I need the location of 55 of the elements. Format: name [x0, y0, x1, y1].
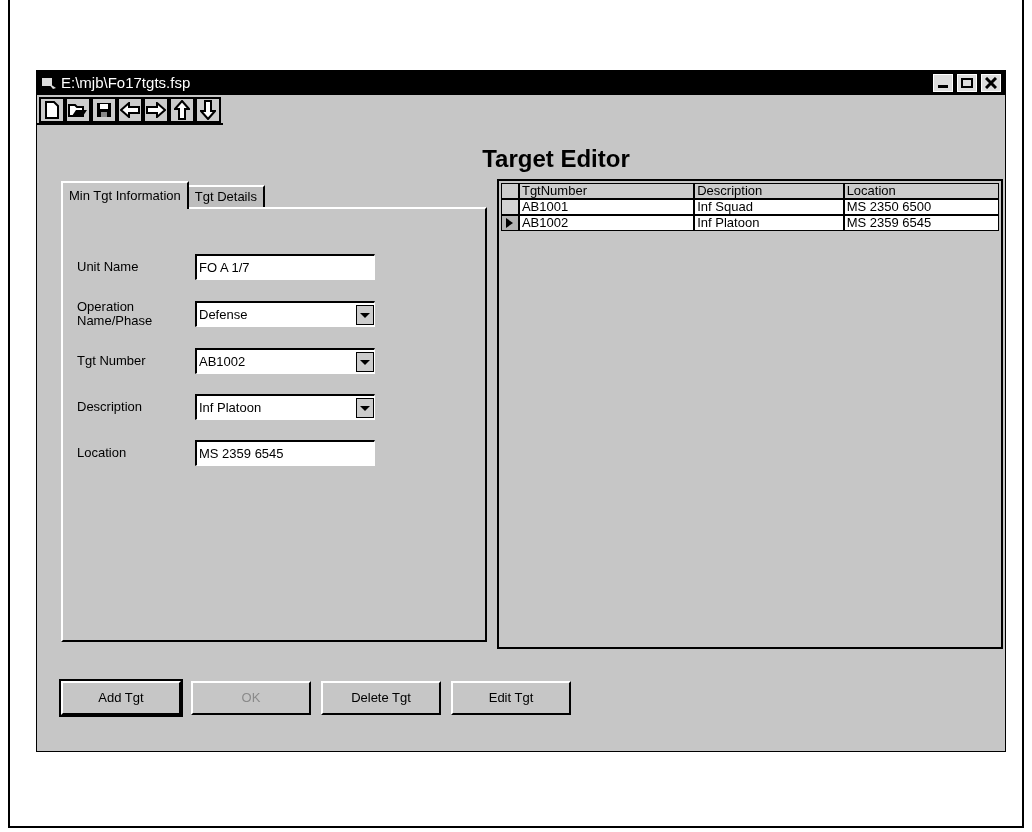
- tab[interactable]: Min Tgt Information: [61, 181, 189, 209]
- up-arrow-icon: [174, 100, 190, 120]
- field-value: MS 2359 6545: [198, 444, 285, 463]
- document-icon: [45, 101, 59, 119]
- dropdown[interactable]: AB1002: [195, 348, 375, 374]
- header-corner: [501, 183, 519, 199]
- move-up-button[interactable]: [169, 97, 195, 123]
- action-button[interactable]: Add Tgt: [61, 681, 181, 715]
- row-selector[interactable]: [501, 215, 519, 231]
- close-button[interactable]: [981, 74, 1001, 92]
- column-header[interactable]: TgtNumber: [518, 183, 695, 199]
- field-label: Operation Name/Phase: [77, 300, 154, 328]
- folder-icon: [68, 102, 88, 118]
- right-arrow-icon: [146, 102, 166, 118]
- table-cell: Inf Squad: [694, 199, 844, 215]
- field-value: Defense: [198, 305, 249, 324]
- new-file-button[interactable]: [39, 97, 65, 123]
- input-field[interactable]: FO A 1/7: [195, 254, 375, 280]
- field-value: FO A 1/7: [198, 258, 251, 277]
- down-arrow-icon: [200, 100, 216, 120]
- action-button[interactable]: Edit Tgt: [451, 681, 571, 715]
- table-cell: Inf Platoon: [694, 215, 844, 231]
- dropdown[interactable]: Defense: [195, 301, 375, 327]
- table-cell: AB1002: [518, 215, 695, 231]
- move-down-button[interactable]: [195, 97, 221, 123]
- save-button[interactable]: [91, 97, 117, 123]
- maximize-button[interactable]: [957, 74, 977, 92]
- field-label: Location: [77, 446, 128, 460]
- action-button[interactable]: Delete Tgt: [321, 681, 441, 715]
- close-icon: [985, 77, 997, 89]
- previous-button[interactable]: [117, 97, 143, 123]
- field-value: AB1002: [198, 352, 247, 371]
- field-label: Unit Name: [77, 260, 140, 274]
- input-field[interactable]: MS 2359 6545: [195, 440, 375, 466]
- field-value: Inf Platoon: [198, 398, 263, 417]
- row-selector[interactable]: [501, 199, 519, 215]
- maximize-icon: [961, 78, 973, 88]
- field-label: Description: [77, 400, 144, 414]
- open-button[interactable]: [65, 97, 91, 123]
- minimize-button[interactable]: [933, 74, 953, 92]
- field-label: Tgt Number: [77, 354, 147, 368]
- current-row-icon: [506, 218, 514, 228]
- column-header[interactable]: Description: [694, 183, 844, 199]
- minimize-icon: [938, 85, 948, 88]
- form-heading: Target Editor: [482, 144, 630, 174]
- table-cell: MS 2350 6500: [843, 199, 999, 215]
- app-icon: [41, 76, 57, 90]
- table-cell: AB1001: [518, 199, 695, 215]
- table-cell: MS 2359 6545: [843, 215, 999, 231]
- dropdown[interactable]: Inf Platoon: [195, 394, 375, 420]
- left-arrow-icon: [120, 102, 140, 118]
- window-title: E:\mjb\Fo17tgts.fsp: [61, 72, 191, 93]
- next-button[interactable]: [143, 97, 169, 123]
- tab[interactable]: Tgt Details: [188, 185, 265, 207]
- column-header[interactable]: Location: [843, 183, 999, 199]
